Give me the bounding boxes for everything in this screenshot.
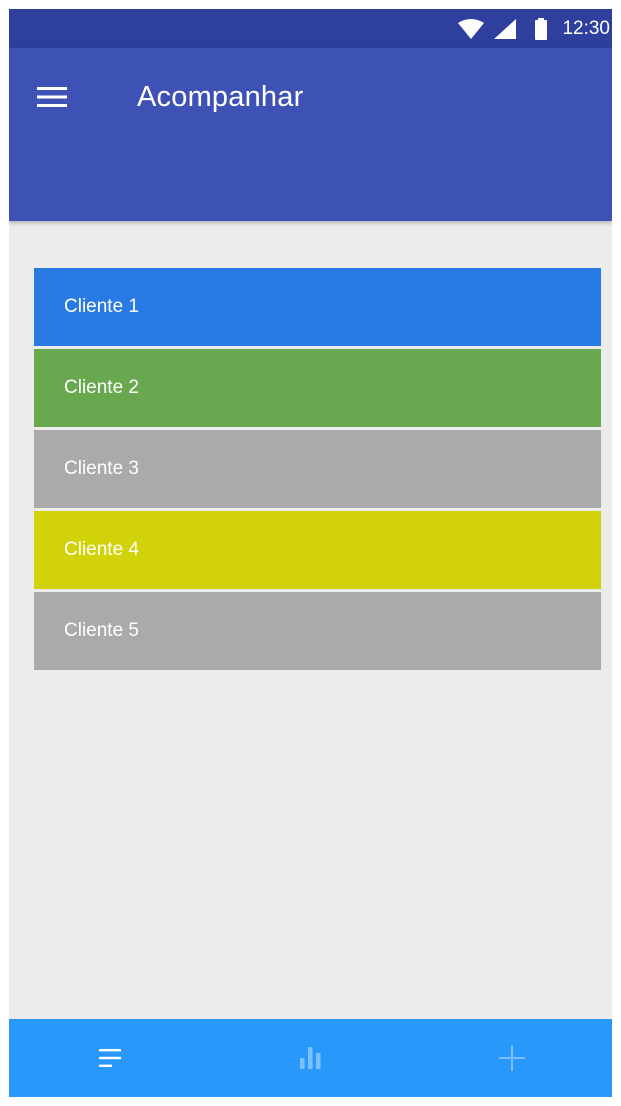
menu-button[interactable]: [35, 82, 69, 112]
app-screen: 12:30 Acompanhar Cliente 1 Cliente 2 Cli…: [9, 9, 612, 1097]
page-title: Acompanhar: [137, 81, 304, 113]
app-bar: Acompanhar: [9, 48, 612, 221]
list-item-label: Cliente 2: [64, 377, 139, 398]
nav-list-button[interactable]: [9, 1019, 210, 1097]
list-item-label: Cliente 4: [64, 539, 139, 560]
cellular-signal-icon: [494, 18, 517, 39]
battery-icon: [535, 17, 548, 40]
wifi-icon: [458, 18, 485, 39]
list-icon: [98, 1049, 121, 1067]
add-icon: [498, 1045, 525, 1071]
list-item-label: Cliente 5: [64, 620, 139, 641]
list-item-cliente-4[interactable]: Cliente 4: [34, 511, 601, 589]
list-item-cliente-3[interactable]: Cliente 3: [34, 430, 601, 508]
list-item-label: Cliente 1: [64, 296, 139, 317]
status-time: 12:30: [562, 17, 610, 39]
bottom-navigation: [9, 1019, 612, 1097]
list-item-label: Cliente 3: [64, 458, 139, 479]
status-icons: 12:30: [458, 9, 612, 48]
menu-icon: [37, 87, 67, 107]
nav-add-button[interactable]: [411, 1019, 612, 1097]
status-bar: 12:30: [9, 9, 612, 48]
list-item-cliente-2[interactable]: Cliente 2: [34, 349, 601, 427]
bar-chart-icon: [299, 1047, 320, 1069]
list-item-cliente-1[interactable]: Cliente 1: [34, 268, 601, 346]
list-item-cliente-5[interactable]: Cliente 5: [34, 592, 601, 670]
nav-stats-button[interactable]: [210, 1019, 411, 1097]
client-list: Cliente 1 Cliente 2 Cliente 3 Cliente 4 …: [34, 268, 601, 673]
